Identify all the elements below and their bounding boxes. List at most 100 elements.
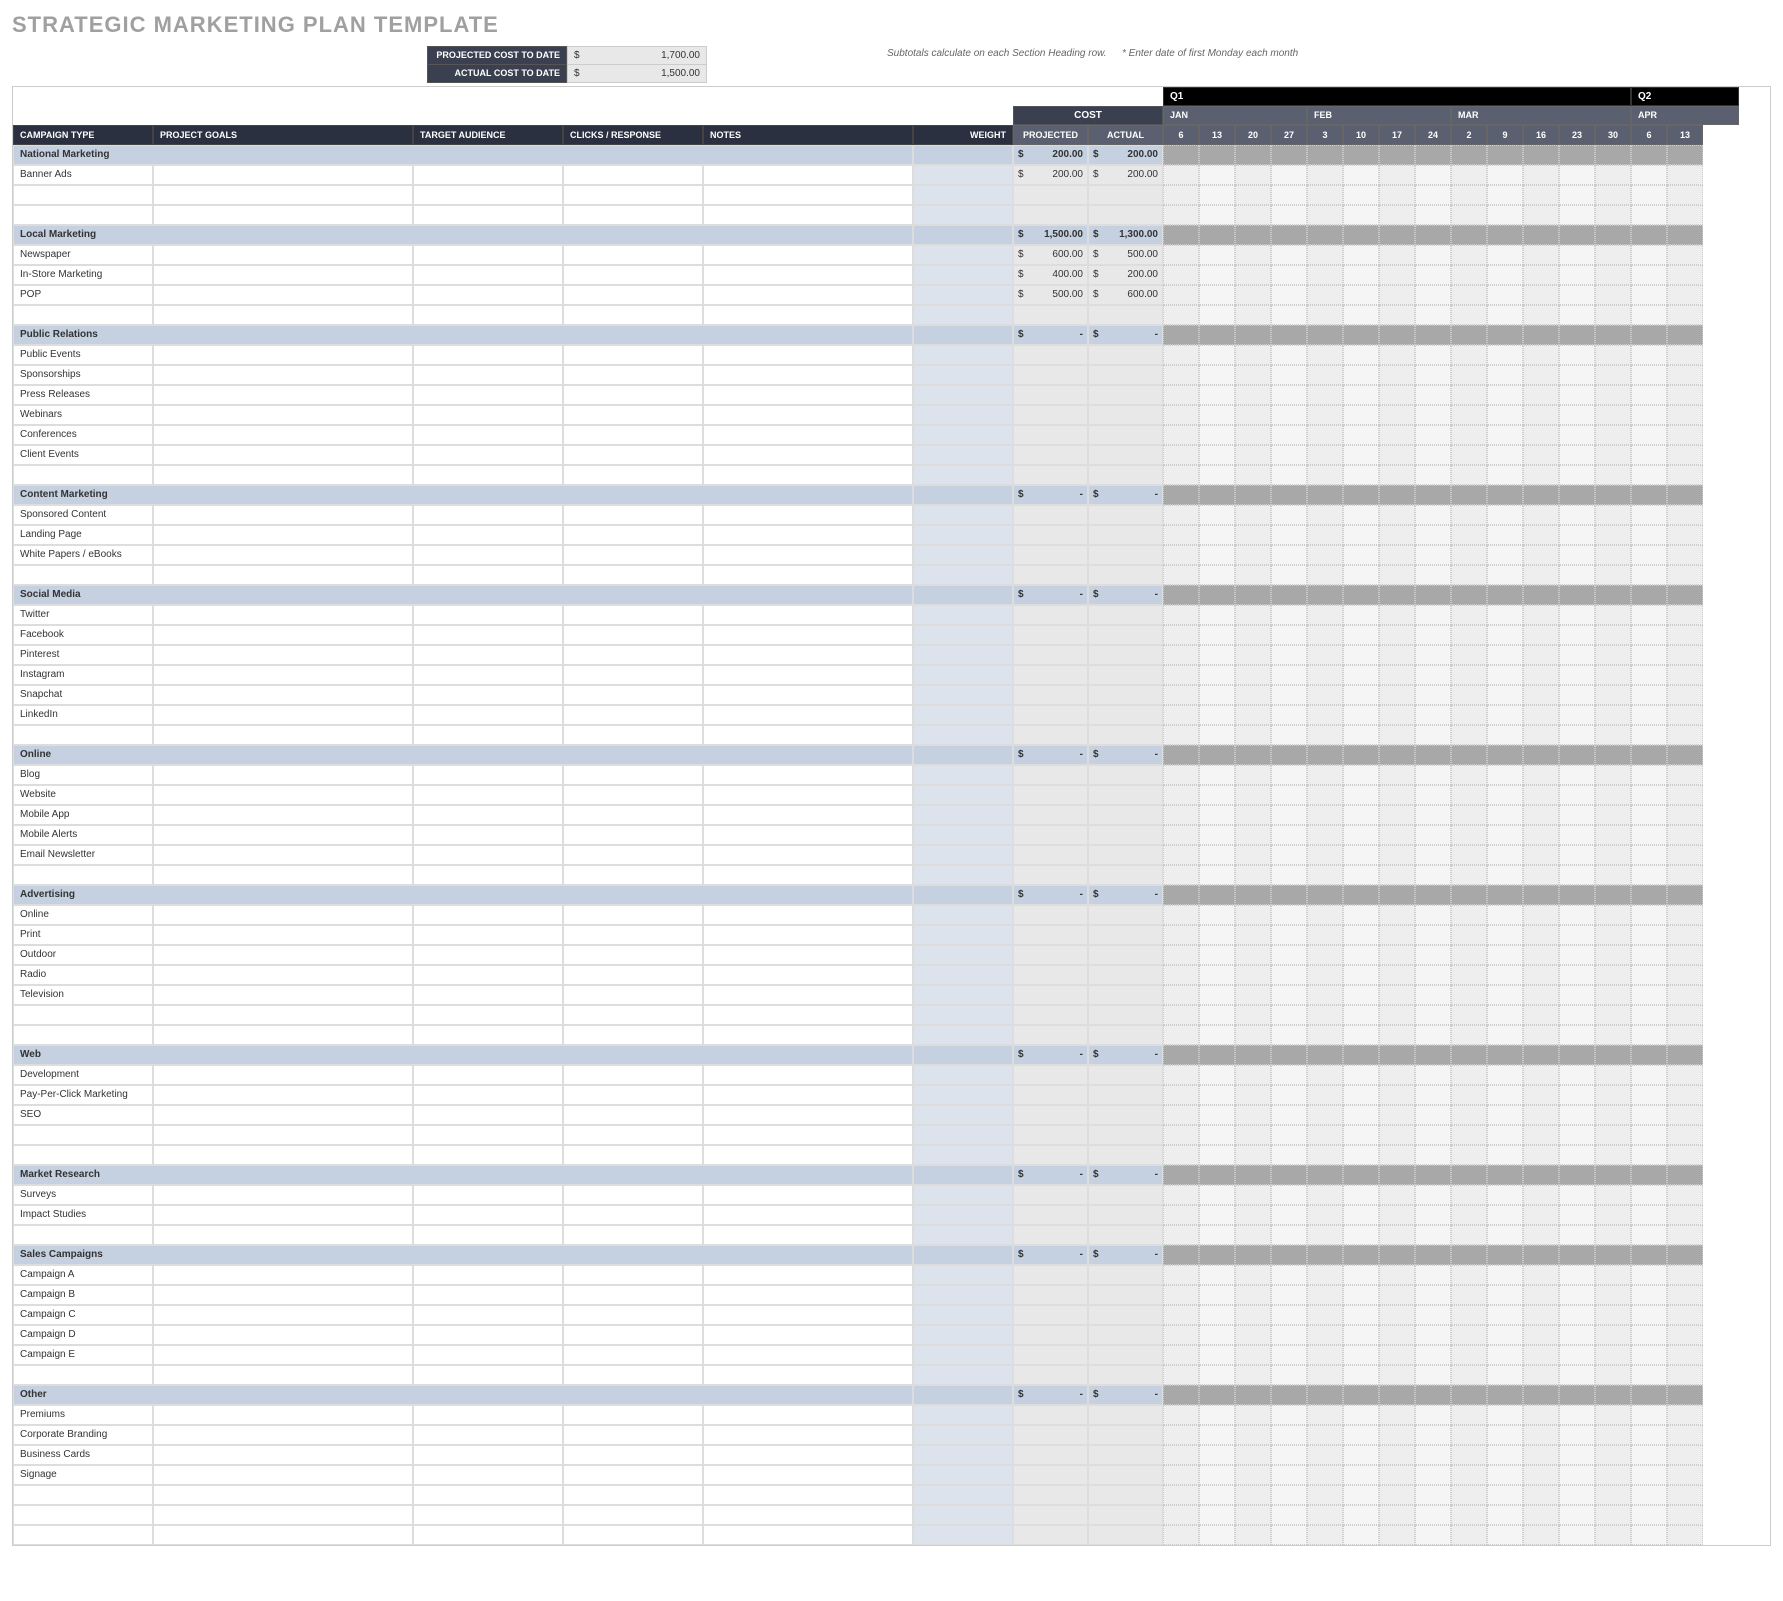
row-label[interactable]: POP: [13, 285, 153, 305]
data-cell[interactable]: [563, 945, 703, 965]
section-heading[interactable]: Online: [13, 745, 913, 765]
gantt-cell[interactable]: [1379, 545, 1415, 565]
gantt-cell[interactable]: [1199, 1485, 1235, 1505]
data-cell[interactable]: [413, 1525, 563, 1545]
gantt-cell[interactable]: [1451, 625, 1487, 645]
gantt-cell[interactable]: [1163, 345, 1199, 365]
gantt-cell[interactable]: [1451, 445, 1487, 465]
gantt-cell[interactable]: [1199, 945, 1235, 965]
data-cell[interactable]: [153, 665, 413, 685]
weight-cell[interactable]: [913, 525, 1013, 545]
gantt-cell[interactable]: [1595, 985, 1631, 1005]
gantt-cell[interactable]: [1487, 725, 1523, 745]
gantt-cell[interactable]: [1307, 1525, 1343, 1545]
gantt-cell[interactable]: [1415, 405, 1451, 425]
gantt-cell[interactable]: [1523, 1025, 1559, 1045]
gantt-cell[interactable]: [1523, 145, 1559, 165]
gantt-cell[interactable]: [1667, 145, 1703, 165]
data-cell[interactable]: [563, 665, 703, 685]
money-cell[interactable]: [1088, 785, 1163, 805]
gantt-cell[interactable]: [1523, 1325, 1559, 1345]
data-cell[interactable]: [413, 785, 563, 805]
gantt-cell[interactable]: [1379, 945, 1415, 965]
gantt-cell[interactable]: [1199, 1025, 1235, 1045]
gantt-cell[interactable]: [1559, 725, 1595, 745]
gantt-cell[interactable]: [1523, 725, 1559, 745]
gantt-cell[interactable]: [1415, 525, 1451, 545]
gantt-cell[interactable]: [1595, 685, 1631, 705]
gantt-cell[interactable]: [1343, 545, 1379, 565]
gantt-cell[interactable]: [1163, 645, 1199, 665]
gantt-cell[interactable]: [1415, 185, 1451, 205]
gantt-cell[interactable]: [1415, 1325, 1451, 1345]
gantt-cell[interactable]: [1199, 285, 1235, 305]
gantt-cell[interactable]: [1199, 545, 1235, 565]
gantt-cell[interactable]: [1487, 525, 1523, 545]
data-cell[interactable]: [563, 1425, 703, 1445]
gantt-cell[interactable]: [1631, 705, 1667, 725]
data-cell[interactable]: [153, 1465, 413, 1485]
money-cell[interactable]: $-: [1088, 325, 1163, 345]
gantt-cell[interactable]: [1631, 965, 1667, 985]
gantt-cell[interactable]: [1271, 825, 1307, 845]
gantt-cell[interactable]: [1415, 1105, 1451, 1125]
gantt-cell[interactable]: [1667, 325, 1703, 345]
gantt-cell[interactable]: [1379, 285, 1415, 305]
gantt-cell[interactable]: [1307, 1365, 1343, 1385]
gantt-cell[interactable]: [1163, 1205, 1199, 1225]
gantt-cell[interactable]: [1451, 165, 1487, 185]
gantt-cell[interactable]: [1307, 825, 1343, 845]
gantt-cell[interactable]: [1199, 1385, 1235, 1405]
data-cell[interactable]: [703, 1365, 913, 1385]
data-cell[interactable]: [413, 665, 563, 685]
money-cell[interactable]: [1088, 1525, 1163, 1545]
gantt-cell[interactable]: [1667, 265, 1703, 285]
gantt-cell[interactable]: [1415, 1205, 1451, 1225]
gantt-cell[interactable]: [1307, 685, 1343, 705]
gantt-cell[interactable]: [1343, 1325, 1379, 1345]
gantt-cell[interactable]: [1487, 865, 1523, 885]
gantt-cell[interactable]: [1667, 925, 1703, 945]
gantt-cell[interactable]: [1343, 1045, 1379, 1065]
gantt-cell[interactable]: [1631, 985, 1667, 1005]
gantt-cell[interactable]: [1343, 1205, 1379, 1225]
gantt-cell[interactable]: [1343, 705, 1379, 725]
row-label[interactable]: Sponsored Content: [13, 505, 153, 525]
gantt-cell[interactable]: [1235, 605, 1271, 625]
data-cell[interactable]: [413, 1205, 563, 1225]
gantt-cell[interactable]: [1559, 1445, 1595, 1465]
data-cell[interactable]: [153, 1305, 413, 1325]
gantt-cell[interactable]: [1487, 1485, 1523, 1505]
gantt-cell[interactable]: [1595, 1125, 1631, 1145]
gantt-cell[interactable]: [1199, 485, 1235, 505]
gantt-cell[interactable]: [1487, 985, 1523, 1005]
weight-cell[interactable]: [913, 965, 1013, 985]
row-label[interactable]: [13, 205, 153, 225]
gantt-cell[interactable]: [1163, 845, 1199, 865]
row-label[interactable]: [13, 1125, 153, 1145]
money-cell[interactable]: [1013, 445, 1088, 465]
gantt-cell[interactable]: [1415, 1085, 1451, 1105]
gantt-cell[interactable]: [1559, 685, 1595, 705]
gantt-cell[interactable]: [1343, 865, 1379, 885]
gantt-cell[interactable]: [1631, 765, 1667, 785]
gantt-cell[interactable]: [1199, 905, 1235, 925]
gantt-cell[interactable]: [1343, 805, 1379, 825]
data-cell[interactable]: [413, 425, 563, 445]
data-cell[interactable]: [563, 1525, 703, 1545]
gantt-cell[interactable]: [1595, 1425, 1631, 1445]
gantt-cell[interactable]: [1559, 565, 1595, 585]
gantt-cell[interactable]: [1343, 1165, 1379, 1185]
data-cell[interactable]: [703, 1505, 913, 1525]
data-cell[interactable]: [703, 1005, 913, 1025]
gantt-cell[interactable]: [1595, 1045, 1631, 1065]
gantt-cell[interactable]: [1379, 705, 1415, 725]
gantt-cell[interactable]: [1523, 1345, 1559, 1365]
gantt-cell[interactable]: [1199, 1465, 1235, 1485]
gantt-cell[interactable]: [1235, 325, 1271, 345]
gantt-cell[interactable]: [1379, 905, 1415, 925]
gantt-cell[interactable]: [1487, 1005, 1523, 1025]
gantt-cell[interactable]: [1595, 1385, 1631, 1405]
gantt-cell[interactable]: [1415, 465, 1451, 485]
money-cell[interactable]: [1013, 345, 1088, 365]
